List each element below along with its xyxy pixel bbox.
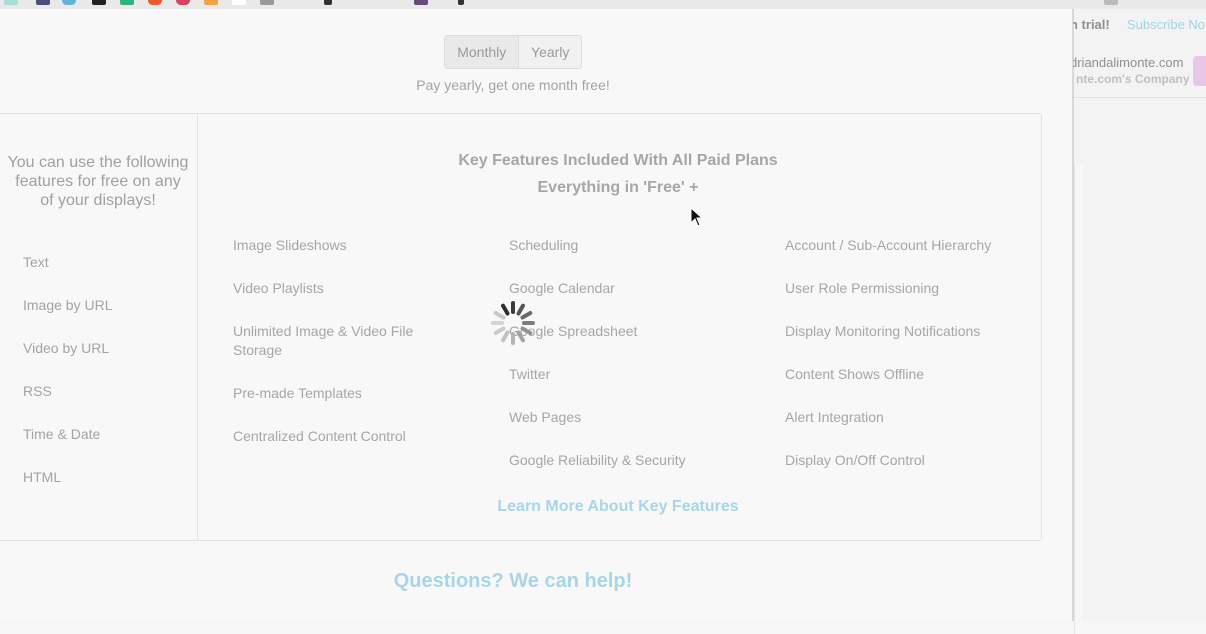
learn-more-link[interactable]: Learn More About Key Features — [197, 498, 1039, 516]
list-item: Google Calendar — [509, 280, 615, 296]
list-item: Unlimited Image & Video File Storage — [233, 323, 414, 358]
bookmark-favicon-icon[interactable] — [232, 0, 246, 5]
list-item: Video by URL — [23, 340, 110, 356]
bookmark-favicon-icon[interactable] — [62, 0, 76, 5]
list-item: User Role Permissioning — [785, 280, 940, 296]
yearly-promo-text: Pay yearly, get one month free! — [416, 77, 610, 93]
paid-features-subtitle: Everything in 'Free' + — [537, 179, 699, 196]
paid-features-column-3: Account / Sub-Account Hierarchy User Rol… — [785, 236, 1025, 494]
list-item: Video Playlists — [233, 280, 324, 296]
bookmark-favicon-icon[interactable] — [148, 0, 162, 5]
list-item: Account / Sub-Account Hierarchy — [785, 237, 992, 253]
paid-features-title: Key Features Included With All Paid Plan… — [458, 152, 778, 169]
list-item: Google Reliability & Security — [509, 452, 686, 468]
list-item: Image Slideshows — [233, 237, 347, 253]
background-panel — [1074, 164, 1083, 634]
bookmark-favicon-icon[interactable] — [204, 0, 218, 5]
bookmark-favicon-icon[interactable] — [92, 0, 106, 5]
paid-features-column-2: Scheduling Google Calendar Google Spread… — [509, 236, 739, 494]
loading-spinner-icon — [491, 301, 535, 345]
bookmark-favicon-icon[interactable] — [176, 0, 190, 5]
list-item: Twitter — [509, 366, 551, 382]
header-divider — [1072, 97, 1206, 98]
list-item: Pre-made Templates — [233, 385, 362, 401]
list-item: RSS — [23, 383, 52, 399]
bookmark-favicon-icon[interactable] — [4, 0, 18, 5]
bookmark-favicon-icon[interactable] — [260, 0, 274, 5]
list-item: Display Monitoring Notifications — [785, 323, 981, 339]
pricing-modal: Monthly Yearly Pay yearly, get one month… — [0, 9, 1073, 621]
trial-banner: n trial! Subscribe No — [1070, 17, 1206, 37]
help-subheading-cutoff — [330, 617, 710, 621]
bookmark-favicon-icon[interactable] — [120, 0, 134, 5]
bookmark-favicon-icon[interactable] — [414, 0, 428, 5]
subscribe-link[interactable]: Subscribe No — [1127, 17, 1205, 32]
monthly-button[interactable]: Monthly — [445, 36, 520, 68]
bookmark-favicon-icon[interactable] — [1104, 0, 1118, 5]
yearly-button[interactable]: Yearly — [519, 36, 581, 68]
list-item: Centralized Content Control — [233, 428, 406, 444]
bookmark-favicon-icon[interactable] — [458, 0, 464, 5]
help-heading: Questions? We can help! — [393, 570, 633, 592]
avatar[interactable] — [1193, 56, 1206, 86]
list-item: Web Pages — [509, 409, 582, 425]
list-item: HTML — [23, 469, 62, 485]
trial-text: n trial! — [1070, 17, 1110, 32]
bookmark-favicon-icon[interactable] — [36, 0, 50, 5]
list-item: Time & Date — [23, 426, 101, 442]
background-page: n trial! Subscribe No driandalimonte.com… — [1070, 9, 1206, 634]
list-item: Google Spreadsheet — [509, 323, 638, 339]
billing-period-toggle: Monthly Yearly — [444, 35, 582, 69]
account-email[interactable]: driandalimonte.com — [1070, 55, 1183, 70]
list-item: Text — [23, 254, 49, 270]
list-item: Display On/Off Control — [785, 452, 925, 468]
bookmark-favicon-icon[interactable] — [324, 0, 332, 5]
list-item: Alert Integration — [785, 409, 884, 425]
list-item: Content Shows Offline — [785, 366, 925, 382]
mouse-pointer-icon — [690, 207, 704, 227]
free-features-list: Text Image by URL Video by URL RSS Time … — [23, 254, 112, 512]
paid-features-column-1: Image Slideshows Video Playlists Unlimit… — [233, 236, 453, 470]
list-item: Scheduling — [509, 237, 579, 253]
list-item: Image by URL — [23, 297, 113, 313]
account-company[interactable]: nte.com's Company — [1076, 72, 1190, 86]
free-features-column: You can use the following features for f… — [0, 114, 198, 540]
free-features-heading: You can use the following features for f… — [7, 154, 189, 209]
